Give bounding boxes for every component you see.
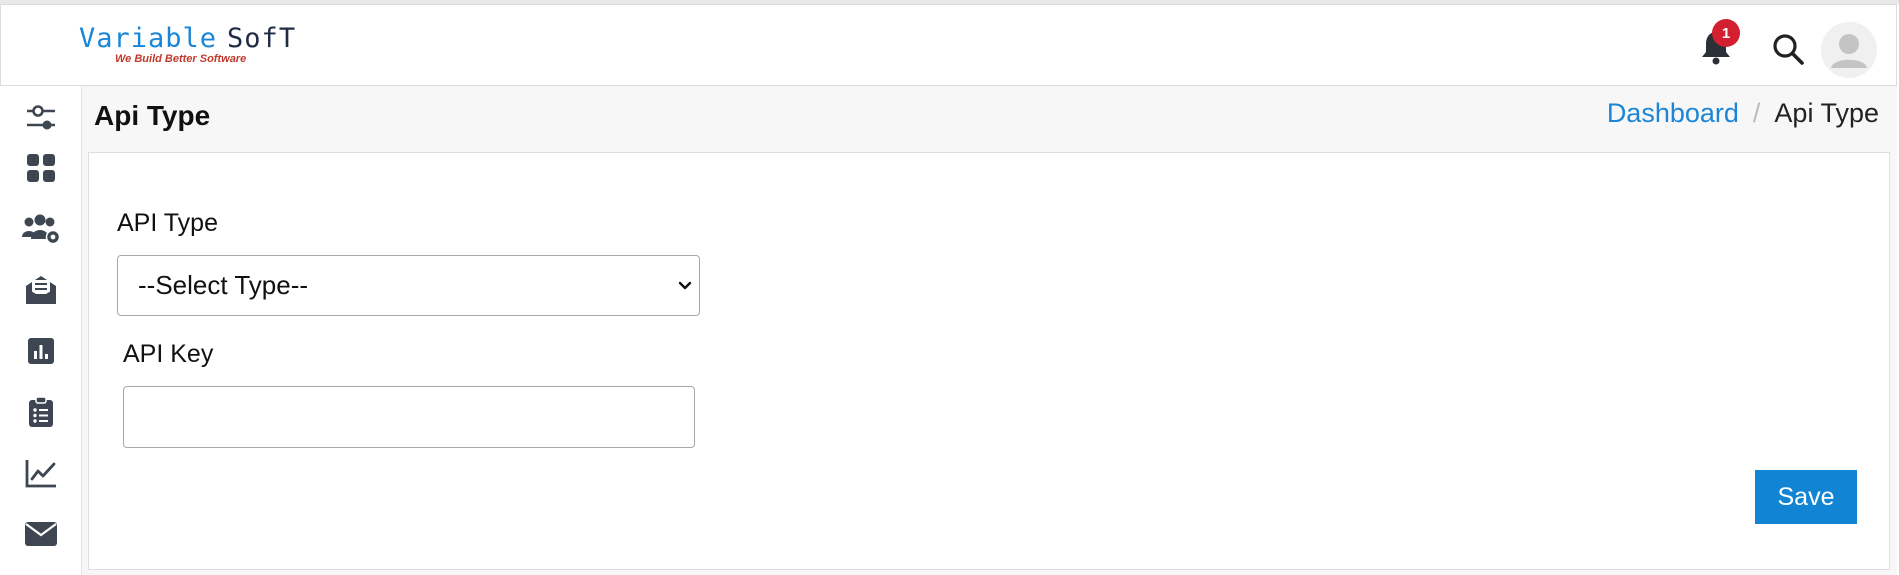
dashboard-grid-icon — [27, 154, 55, 182]
main-content: Api Type Dashboard / Api Type API Type --S… — [82, 86, 1897, 575]
brand-logo[interactable]: Variable SofT We Build Better Software — [79, 23, 297, 66]
search-icon[interactable] — [1771, 32, 1805, 66]
clipboard-list-icon — [29, 396, 53, 427]
sidebar — [0, 86, 82, 575]
breadcrumb-separator: / — [1752, 98, 1761, 128]
chevron-down-icon — [678, 281, 692, 290]
users-settings-icon — [22, 214, 61, 245]
avatar-icon — [1821, 22, 1877, 78]
save-button[interactable]: Save — [1755, 470, 1857, 524]
sidebar-item-mail[interactable] — [18, 511, 64, 557]
user-avatar[interactable] — [1821, 22, 1877, 78]
report-chart-icon — [28, 338, 54, 364]
page-title: Api Type — [94, 100, 211, 131]
app-header: Variable SofT We Build Better Software 1 — [0, 4, 1897, 86]
api-key-label: API Key — [123, 340, 214, 368]
sidebar-item-dashboard[interactable] — [18, 145, 64, 191]
api-type-selected-value: --Select Type-- — [138, 270, 309, 300]
sliders-icon — [27, 105, 55, 130]
breadcrumb-current: Api Type — [1774, 98, 1879, 128]
sidebar-item-tasks[interactable] — [18, 389, 64, 435]
envelope-icon — [25, 522, 57, 546]
mail-open-icon — [26, 276, 56, 304]
logo-tagline: We Build Better Software — [115, 53, 247, 65]
api-type-form-card: API Type --Select Type-- API Key Save — [88, 152, 1890, 570]
sidebar-item-messages[interactable] — [18, 267, 64, 313]
line-chart-icon — [25, 460, 56, 488]
api-key-input[interactable] — [123, 386, 695, 448]
logo-text-soft: SofT — [227, 23, 297, 54]
sidebar-item-users[interactable] — [18, 206, 64, 252]
sidebar-item-reports[interactable] — [18, 328, 64, 374]
breadcrumb: Dashboard / Api Type — [1607, 98, 1879, 129]
sidebar-item-filters[interactable] — [18, 95, 64, 141]
sidebar-item-analytics[interactable] — [18, 450, 64, 496]
logo-text-variable: Variable — [79, 23, 218, 54]
breadcrumb-dashboard-link[interactable]: Dashboard — [1607, 98, 1739, 128]
notification-badge: 1 — [1712, 19, 1740, 47]
api-type-select[interactable]: --Select Type-- — [117, 255, 700, 316]
api-type-label: API Type — [117, 209, 218, 237]
